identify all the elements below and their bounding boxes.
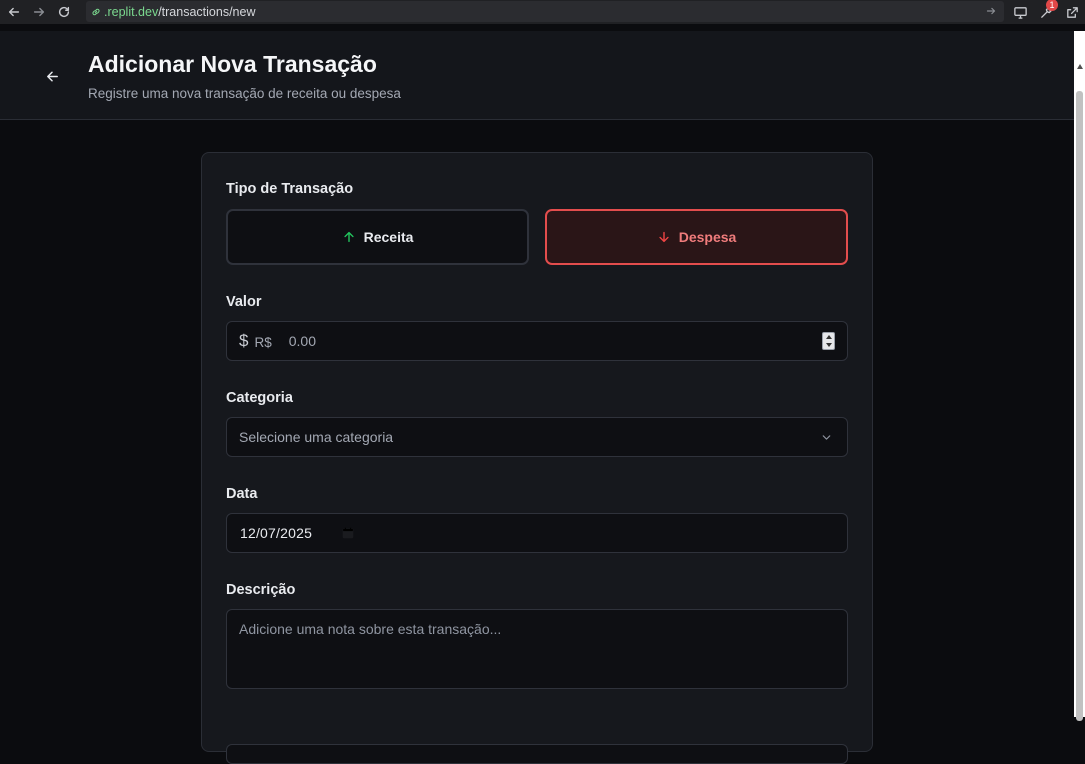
- arrow-right-icon: [33, 7, 45, 17]
- spinner-down-icon[interactable]: [826, 343, 832, 347]
- data-label: Data: [226, 486, 258, 502]
- categoria-placeholder: Selecione uma categoria: [239, 429, 394, 445]
- arrow-left-icon: [8, 7, 20, 17]
- browser-back-button[interactable]: [3, 0, 25, 24]
- descricao-textarea[interactable]: Adicione uma nota sobre esta transação..…: [226, 609, 848, 689]
- page-scrollbar[interactable]: [1074, 31, 1085, 721]
- number-spinner[interactable]: [822, 332, 835, 350]
- valor-input[interactable]: $ R$ 0.00: [226, 321, 848, 361]
- valor-placeholder: 0.00: [288, 333, 316, 349]
- page-title: Adicionar Nova Transação: [88, 51, 377, 77]
- currency-prefix: R$: [254, 334, 272, 350]
- address-bar[interactable]: .replit.dev/transactions/new: [86, 1, 1004, 22]
- despesa-button[interactable]: Despesa: [545, 209, 848, 265]
- receita-label: Receita: [363, 229, 414, 245]
- screen-button[interactable]: [1007, 0, 1033, 24]
- dollar-icon: $: [239, 331, 249, 350]
- receita-button[interactable]: Receita: [226, 209, 529, 265]
- monitor-icon: [1013, 6, 1027, 19]
- descricao-label: Descrição: [226, 582, 296, 598]
- scroll-up-icon[interactable]: [1077, 64, 1083, 69]
- despesa-label: Despesa: [678, 229, 737, 245]
- page-header: Adicionar Nova Transação Registre uma no…: [0, 31, 1074, 120]
- type-label: Tipo de Transação: [226, 181, 354, 197]
- page-subtitle: Registre uma nova transação de receita o…: [88, 86, 401, 101]
- notification-badge: 1: [1046, 0, 1058, 11]
- data-input[interactable]: 12/07/2025: [226, 513, 848, 553]
- spinner-up-icon[interactable]: [826, 335, 832, 339]
- next-field-partial: [226, 744, 848, 764]
- link-icon: [92, 8, 100, 15]
- devtools-button[interactable]: 1: [1033, 0, 1059, 24]
- browser-reload-button[interactable]: [53, 0, 75, 24]
- chevron-down-icon: [822, 435, 831, 440]
- url-host: .replit.dev: [104, 4, 159, 19]
- open-external-button[interactable]: [1059, 0, 1085, 24]
- categoria-select[interactable]: Selecione uma categoria: [226, 417, 848, 457]
- browser-forward-button[interactable]: [28, 0, 50, 24]
- go-arrow-icon[interactable]: [984, 4, 998, 18]
- transaction-form-card: Tipo de Transação Receita Despesa Valor …: [201, 152, 873, 764]
- browser-toolbar: .replit.dev/transactions/new 1: [0, 0, 1085, 24]
- url-path: /transactions/new: [158, 4, 256, 19]
- arrow-down-icon: [659, 231, 669, 243]
- categoria-label: Categoria: [226, 390, 293, 406]
- arrow-up-icon: [343, 231, 354, 243]
- calendar-icon[interactable]: [342, 527, 354, 539]
- app-page: Adicionar Nova Transação Registre uma no…: [0, 31, 1074, 764]
- back-button[interactable]: [40, 64, 64, 88]
- reload-icon: [58, 6, 70, 18]
- valor-label: Valor: [226, 294, 262, 310]
- data-value: 12/07/2025: [240, 525, 313, 541]
- external-link-icon: [1066, 6, 1078, 18]
- scrollbar-thumb[interactable]: [1076, 91, 1083, 721]
- arrow-left-icon: [46, 71, 58, 81]
